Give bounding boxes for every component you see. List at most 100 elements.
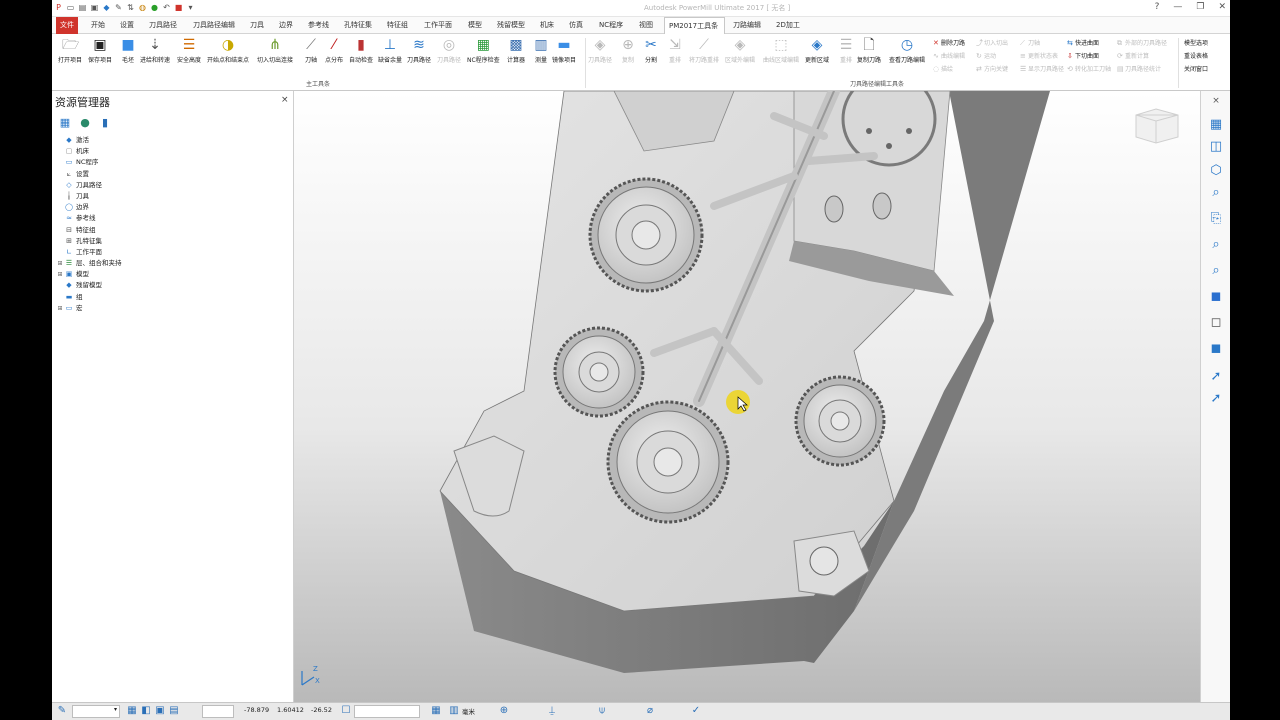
tab-setup[interactable]: 设置 bbox=[116, 17, 138, 34]
view-toolpath-edit-button[interactable]: ◷ 查看刀路编辑 bbox=[889, 37, 925, 64]
zoom-fit-icon[interactable]: ⌕ bbox=[1208, 263, 1224, 279]
open-project-button[interactable]: 🗁 打开项目 bbox=[58, 37, 82, 64]
measure-button[interactable]: ▥ 测量 bbox=[533, 37, 549, 64]
copy-button[interactable]: ⊕ 复制 bbox=[620, 37, 636, 64]
calculator-button[interactable]: ▩ 计算器 bbox=[507, 37, 525, 64]
tab-hole-feature-sets[interactable]: 孔特征集 bbox=[340, 17, 376, 34]
frame-icon[interactable]: ▣ bbox=[154, 705, 166, 717]
toolpath-quick-icon[interactable]: ◍ bbox=[138, 2, 147, 13]
undo-icon[interactable]: ↶ bbox=[162, 2, 171, 13]
tab-tools[interactable]: 刀具 bbox=[246, 17, 268, 34]
tab-2d-machining[interactable]: 2D加工 bbox=[772, 17, 804, 34]
reorder2-button[interactable]: ☰ 重排 bbox=[838, 37, 854, 64]
reset-forms-cmd[interactable]: 重设表格 bbox=[1184, 51, 1208, 60]
feeds-speeds-button[interactable]: ⇣ 进给和转速 bbox=[140, 37, 170, 64]
rapid-move-icon[interactable]: ⇅ bbox=[126, 2, 135, 13]
select-icon[interactable]: ➚ bbox=[1208, 369, 1224, 385]
convert-axis-cmd[interactable]: ⟲ 转化加工刀轴 bbox=[1067, 64, 1111, 73]
tab-simulation[interactable]: 仿真 bbox=[565, 17, 587, 34]
minimize-button[interactable]: — bbox=[1173, 2, 1182, 12]
explorer-delete-icon[interactable]: ▮ bbox=[98, 116, 112, 130]
tree-item-nc-programs[interactable]: ▭ NC程序 bbox=[56, 157, 122, 168]
curve-edit-cmd[interactable]: ∿ 曲线编辑 bbox=[933, 51, 965, 60]
model-options-cmd[interactable]: 模型选项 bbox=[1184, 38, 1208, 47]
view-top-icon[interactable]: ⬡ bbox=[1208, 163, 1224, 179]
copy-toolpath-button[interactable]: 🗋 复制刀路 bbox=[857, 37, 881, 64]
tab-toolpath-editing[interactable]: 刀路编辑 bbox=[729, 17, 765, 34]
block-button[interactable]: ■ 毛坯 bbox=[120, 37, 136, 64]
diameter-icon[interactable]: ⌀ bbox=[644, 705, 656, 717]
toolpath-button[interactable]: ≋ 刀具路径 bbox=[407, 37, 431, 64]
tab-boundaries[interactable]: 边界 bbox=[275, 17, 297, 34]
save-project-icon[interactable]: ▣ bbox=[90, 2, 99, 13]
point-distribution-button[interactable]: ⁄ 点分布 bbox=[325, 37, 343, 64]
zoom-page-icon[interactable]: ⎘ bbox=[1208, 211, 1224, 227]
tool-axis-cmd[interactable]: ⟋ 刀轴 bbox=[1020, 38, 1040, 48]
tree-item-tools[interactable]: ╽ 刀具 bbox=[56, 191, 122, 202]
crosshair-icon[interactable]: ⊕ bbox=[498, 705, 510, 717]
shaded-icon[interactable]: ◼ bbox=[1208, 289, 1224, 305]
help-icon[interactable]: ? bbox=[1155, 2, 1160, 12]
close-view-panel-icon[interactable]: × bbox=[1208, 93, 1224, 109]
start-end-point-button[interactable]: ◑ 开始点和结束点 bbox=[207, 37, 249, 64]
toolpath-stats-cmd[interactable]: ▤刀具路径统计 bbox=[1117, 64, 1161, 73]
leads-cmd[interactable]: ⤴切入切出 bbox=[976, 38, 1008, 48]
tree-item-models[interactable]: ⊞ ▣ 模型 bbox=[56, 269, 122, 280]
snap-icon[interactable]: ⍊ bbox=[546, 705, 558, 717]
leads-links-button[interactable]: ⋔ 切入切出连接 bbox=[257, 37, 293, 64]
rapid-move-heights-button[interactable]: ☰ 安全高度 bbox=[177, 37, 201, 64]
workplane-select[interactable] bbox=[72, 705, 120, 718]
recalculate-cmd[interactable]: ⟳ 重新计算 bbox=[1117, 51, 1149, 60]
tree-item-hole-feature-sets[interactable]: ⊞ 孔特征集 bbox=[56, 236, 122, 247]
update-region-button[interactable]: ◈ 更新区域 bbox=[805, 37, 829, 64]
restore-button[interactable]: ❐ bbox=[1196, 2, 1204, 12]
mirror-project-button[interactable]: ▬ 镜像项目 bbox=[552, 37, 576, 64]
explorer-globe-icon[interactable]: ● bbox=[78, 116, 92, 130]
tab-models[interactable]: 模型 bbox=[464, 17, 486, 34]
tool-axis-button[interactable]: ⟋ 刀轴 bbox=[303, 37, 319, 64]
tree-item-boundaries[interactable]: ◯ 边界 bbox=[56, 202, 122, 213]
external-toolpath-cmd[interactable]: ⧉ 外部的刀具路径 bbox=[1117, 38, 1167, 48]
block-shaded-icon[interactable]: ◼ bbox=[1208, 341, 1224, 357]
check-icon[interactable]: ✓ bbox=[690, 705, 702, 717]
plunge-surface-cmd[interactable]: ⇩ 下切曲面 bbox=[1067, 51, 1099, 60]
customize-icon[interactable]: ▾ bbox=[186, 2, 195, 13]
update-status-cmd[interactable]: ≡ 更新状态表 bbox=[1020, 51, 1058, 60]
draw-cmd[interactable]: ◌ 描绘 bbox=[933, 64, 953, 73]
thickness-button[interactable]: ⊥ 缺省余量 bbox=[378, 37, 402, 64]
tree-item-machine[interactable]: ▢ 机床 bbox=[56, 146, 122, 157]
toolpath-edit-button[interactable]: ◈ 刀具路径 bbox=[588, 37, 612, 64]
checkbox-icon[interactable]: ☐ bbox=[340, 705, 352, 717]
tab-view[interactable]: 视图 bbox=[635, 17, 657, 34]
tab-stock-models[interactable]: 残留模型 bbox=[493, 17, 529, 34]
tree-item-stock-models[interactable]: ◆ 残留模型 bbox=[56, 280, 122, 291]
tool-status-icon[interactable]: ⍦ bbox=[596, 705, 608, 717]
input-field[interactable] bbox=[354, 705, 420, 718]
tab-feature-groups[interactable]: 特征组 bbox=[383, 17, 412, 34]
tree-item-toolpaths[interactable]: ◇ 刀具路径 bbox=[56, 180, 122, 191]
status-field[interactable] bbox=[202, 705, 234, 718]
dropdown-arrow-icon[interactable]: ▾ bbox=[114, 706, 117, 713]
align-icon[interactable]: ▤ bbox=[168, 705, 180, 717]
outside-region-button[interactable]: ◈ 区域外编辑 bbox=[725, 37, 755, 64]
tree-item-levels[interactable]: ⊞ ☰ 层、组合和夹持 bbox=[56, 258, 121, 269]
units-icon[interactable]: ▥ bbox=[448, 705, 460, 717]
pen-icon[interactable]: ✎ bbox=[56, 705, 68, 717]
delete-toolpath-cmd[interactable]: ✕ 删除刀路 bbox=[933, 38, 965, 47]
wireframe-icon[interactable]: ◻ bbox=[1208, 315, 1224, 331]
tab-toolpath-edit[interactable]: 刀具路径编辑 bbox=[189, 17, 239, 34]
direction-key-cmd[interactable]: ⇄ 方向关键 bbox=[976, 64, 1008, 73]
view-front-icon[interactable]: ◫ bbox=[1208, 139, 1224, 155]
explorer-tree-icon[interactable]: ▦ bbox=[58, 116, 72, 130]
select-drag-icon[interactable]: ➚ bbox=[1208, 391, 1224, 407]
feed-rate-icon[interactable]: ✎ bbox=[114, 2, 123, 13]
tree-item-workplanes[interactable]: ∟ 工作平面 bbox=[56, 247, 122, 258]
tab-toolpaths[interactable]: 刀具路径 bbox=[145, 17, 181, 34]
close-button[interactable]: ✕ bbox=[1218, 2, 1226, 12]
tab-file[interactable]: 文件 bbox=[56, 17, 78, 34]
grid-icon[interactable]: ▦ bbox=[126, 705, 138, 717]
tab-nc-programs[interactable]: NC程序 bbox=[595, 17, 627, 34]
nc-program-check-button[interactable]: ▦ NC程序检查 bbox=[467, 37, 500, 64]
explorer-close-button[interactable]: × bbox=[281, 95, 289, 105]
new-project-icon[interactable]: ▭ bbox=[66, 2, 75, 13]
